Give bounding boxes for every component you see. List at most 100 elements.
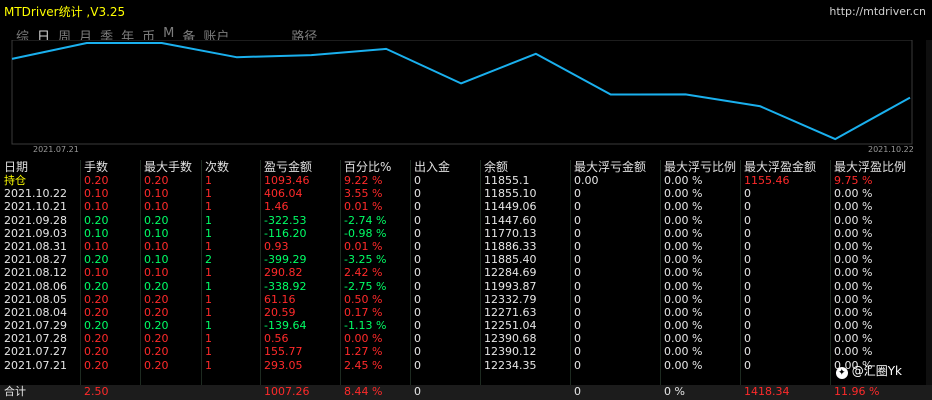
cell-9: 0.00 %	[664, 226, 703, 240]
column-header-5[interactable]: 百分比%	[344, 160, 391, 174]
cell-10: 0	[744, 292, 751, 306]
cell-3: 1	[205, 174, 212, 187]
cell-2: 0.10	[144, 266, 169, 280]
column-header-0[interactable]: 日期	[4, 160, 28, 174]
cell-8: 0	[574, 292, 581, 306]
table-row: 2021.07.29 0.20 0.20 1 -139.64 -1.13 % 0 12251.…	[0, 319, 932, 332]
cell-6: 0	[414, 385, 421, 398]
cell-5: -2.74 %	[344, 213, 387, 227]
cell-2: 0.20	[144, 213, 169, 227]
cell-0: 2021.10.22	[4, 187, 67, 201]
cell-5: 2.42 %	[344, 266, 383, 280]
chart-frame	[11, 40, 913, 145]
cell-9: 0.00 %	[664, 345, 703, 359]
cell-5: -0.98 %	[344, 226, 387, 240]
cell-9: 0.00 %	[664, 292, 703, 306]
cell-6: 0	[414, 174, 421, 187]
cell-8: 0	[574, 239, 581, 253]
cell-1: 0.10	[84, 266, 109, 280]
column-header-2[interactable]: 最大手数	[144, 160, 192, 174]
cell-4: 20.59	[264, 305, 296, 319]
cell-2: 0.20	[144, 358, 169, 372]
cell-11: 0.00 %	[834, 187, 873, 201]
equity-chart	[11, 40, 913, 145]
column-header-7[interactable]: 余额	[484, 160, 508, 174]
cell-3: 1	[205, 239, 212, 253]
cell-4: 155.77	[264, 345, 303, 359]
sparkle-icon: ✦	[835, 367, 848, 379]
cell-1: 0.10	[84, 239, 109, 253]
cell-2: 0.20	[144, 345, 169, 359]
cell-9: 0.00 %	[664, 253, 703, 267]
table-row: 2021.07.27 0.20 0.20 1 155.77 1.27 % 0 12390.12…	[0, 345, 932, 358]
column-header-11[interactable]: 最大浮盈比例	[834, 160, 906, 174]
cell-1: 0.20	[84, 332, 109, 346]
cell-6: 0	[414, 187, 421, 201]
cell-10: 0	[744, 213, 751, 227]
cell-9: 0 %	[664, 385, 685, 398]
cell-1: 0.20	[84, 358, 109, 372]
cell-4: 61.16	[264, 292, 296, 306]
cell-9: 0.00 %	[664, 239, 703, 253]
cell-11: 0.00 %	[834, 279, 873, 293]
table-row: 2021.07.28 0.20 0.20 1 0.56 0.00 % 0 12390.68 0 0…	[0, 332, 932, 345]
cell-0: 2021.09.28	[4, 213, 67, 227]
cell-4: 290.82	[264, 266, 303, 280]
column-header-4[interactable]: 盈亏金额	[264, 160, 312, 174]
column-header-10[interactable]: 最大浮盈金额	[744, 160, 816, 174]
cell-1: 0.20	[84, 292, 109, 306]
cell-7: 12271.63	[484, 305, 537, 319]
table-row: 2021.09.03 0.10 0.10 1 -116.20 -0.98 % 0 11770.…	[0, 227, 932, 240]
cell-7: 12390.68	[484, 332, 537, 346]
cell-8: 0	[574, 358, 581, 372]
cell-0: 2021.10.21	[4, 200, 67, 214]
column-header-6[interactable]: 出入金	[414, 160, 450, 174]
cell-10: 0	[744, 187, 751, 201]
cell-9: 0.00 %	[664, 200, 703, 214]
cell-3: 1	[205, 266, 212, 280]
cell-7: 12284.69	[484, 266, 537, 280]
cell-1: 0.20	[84, 213, 109, 227]
cell-0: 2021.08.31	[4, 239, 67, 253]
cell-11: 9.75 %	[834, 174, 873, 187]
column-header-3[interactable]: 次数	[205, 160, 229, 174]
cell-3: 1	[205, 200, 212, 214]
app-title: MTDriver统计 ,V3.25	[4, 5, 126, 19]
cell-1: 0.10	[84, 200, 109, 214]
cell-10: 0	[744, 226, 751, 240]
cell-9: 0.00 %	[664, 213, 703, 227]
table-row: 2021.08.04 0.20 0.20 1 20.59 0.17 % 0 12271.63 0…	[0, 306, 932, 319]
cell-4: 0.93	[264, 239, 289, 253]
column-header-1[interactable]: 手数	[84, 160, 108, 174]
cell-8: 0	[574, 332, 581, 346]
daily-stats-table: 日期 手数 最大手数 次数 盈亏金额 百分比% 出入金 余额 最大浮亏金额 最大浮亏比例 最大浮盈金…	[0, 160, 932, 372]
cell-6: 0	[414, 266, 421, 280]
column-header-9[interactable]: 最大浮亏比例	[664, 160, 736, 174]
table-row: 2021.09.28 0.20 0.20 1 -322.53 -2.74 % 0 11447.…	[0, 214, 932, 227]
website-link[interactable]: http://mtdriver.cn	[829, 5, 926, 18]
cell-2: 0.20	[144, 174, 169, 187]
table-row: 2021.10.21 0.10 0.10 1 1.46 0.01 % 0 11449.06 0 0…	[0, 200, 932, 213]
cell-10: 0	[744, 200, 751, 214]
column-header-8[interactable]: 最大浮亏金额	[574, 160, 646, 174]
cell-5: -3.25 %	[344, 253, 387, 267]
cell-11: 11.96 %	[834, 385, 880, 398]
cell-1: 0.20	[84, 305, 109, 319]
cell-1: 0.20	[84, 253, 109, 267]
cell-4: 1007.26	[264, 385, 310, 398]
cell-6: 0	[414, 292, 421, 306]
cell-6: 0	[414, 305, 421, 319]
cell-0: 2021.08.27	[4, 253, 67, 267]
table-row: 2021.08.12 0.10 0.10 1 290.82 2.42 % 0 12284.69…	[0, 266, 932, 279]
watermark-text: @汇圈Yk	[851, 364, 902, 378]
cell-4: 406.04	[264, 187, 303, 201]
cell-3: 1	[205, 226, 212, 240]
cell-3: 1	[205, 332, 212, 346]
cell-11: 0.00 %	[834, 266, 873, 280]
cell-10: 0	[744, 239, 751, 253]
cell-2: 0.10	[144, 200, 169, 214]
cell-0: 2021.07.28	[4, 332, 67, 346]
cell-5: 3.55 %	[344, 187, 383, 201]
cell-4: 1093.46	[264, 174, 310, 187]
cell-8: 0	[574, 266, 581, 280]
